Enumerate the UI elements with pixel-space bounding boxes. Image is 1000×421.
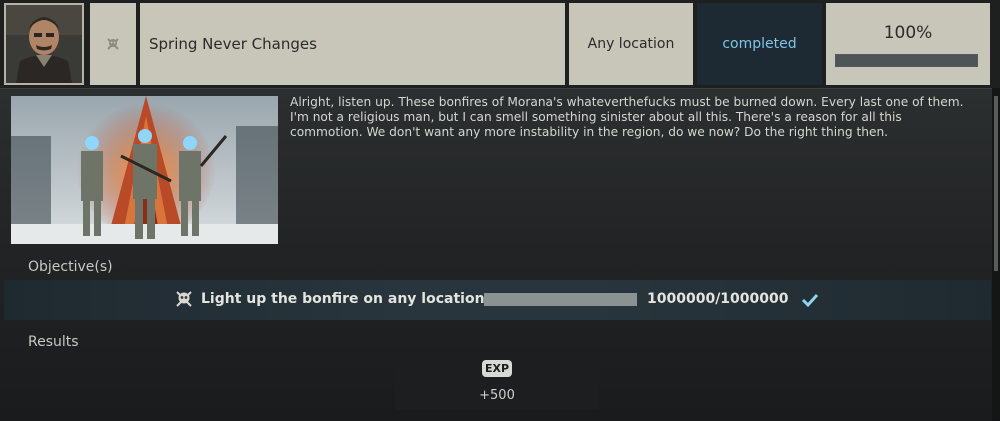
quest-description: Alright, listen up. These bonfires of Mo… (290, 95, 964, 139)
objective-progress-fill (484, 293, 637, 306)
skull-icon (107, 38, 119, 50)
skull-icon (176, 291, 192, 307)
quest-progress: 100% (826, 3, 990, 85)
reward-item[interactable]: EXP +500 (395, 350, 599, 410)
objectives-heading: Objective(s) (28, 259, 113, 275)
scrollbar-thumb[interactable] (994, 96, 998, 271)
quest-location: Any location (569, 3, 693, 85)
objective-text: Light up the bonfire on any location (201, 291, 485, 307)
objective-count: 1000000/1000000 (647, 291, 789, 307)
quest-status: completed (697, 3, 822, 85)
trader-portrait (6, 5, 82, 83)
progress-percent: 100% (883, 23, 933, 43)
quest-illustration (11, 96, 278, 244)
progress-bar (835, 54, 978, 67)
results-heading: Results (28, 334, 79, 350)
quest-image (11, 96, 278, 244)
checkmark-icon (801, 293, 819, 308)
reward-amount: +500 (479, 388, 515, 403)
quest-header: Spring Never Changes Any location comple… (0, 0, 1000, 88)
quest-name[interactable]: Spring Never Changes (140, 3, 565, 85)
trader-avatar (4, 3, 84, 85)
scrollbar[interactable] (992, 88, 1000, 420)
progress-bar-fill (836, 55, 977, 66)
quest-type-badge (90, 3, 136, 85)
objective-row: Light up the bonfire on any location 100… (4, 280, 991, 320)
objective-progress-bar (484, 293, 637, 306)
exp-badge: EXP (482, 360, 512, 377)
